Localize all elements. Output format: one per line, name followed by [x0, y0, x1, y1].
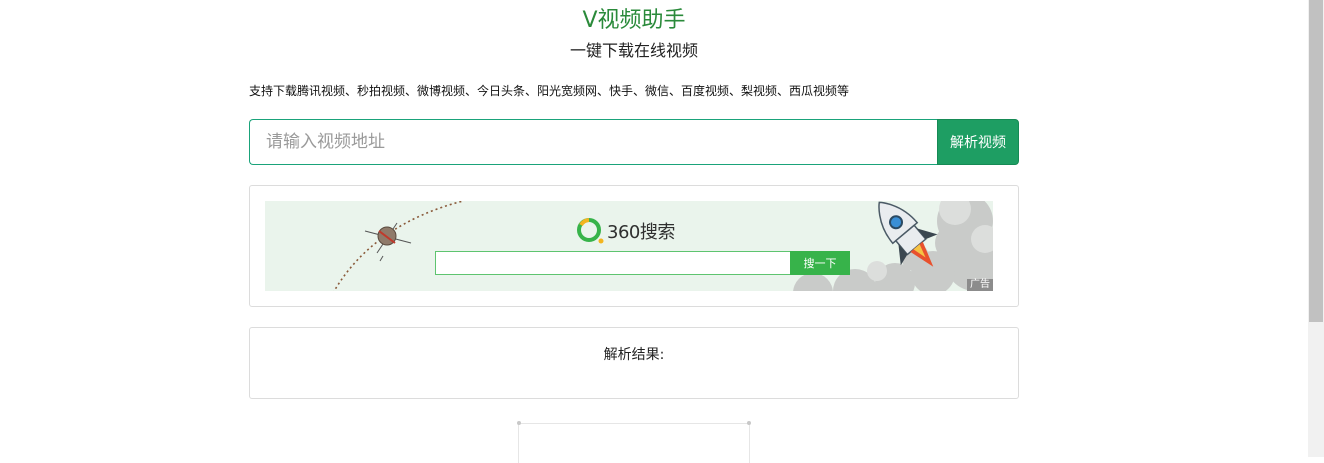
- ad-label-badge: 广告: [967, 279, 993, 291]
- page-subtitle: 一键下载在线视频: [569, 41, 698, 60]
- 360-logo-icon: [577, 218, 604, 244]
- ad-search-input[interactable]: [435, 251, 791, 275]
- ad-banner-360-search[interactable]: 360搜索 搜一下 广告: [265, 201, 993, 291]
- ad-search-button[interactable]: 搜一下: [790, 251, 850, 275]
- 360-search-logo-text: 360搜索: [607, 222, 675, 243]
- video-url-form: 解析视频: [249, 119, 1019, 165]
- page-scrollbar[interactable]: [1308, 0, 1324, 457]
- ad-card: 360搜索 搜一下 广告: [249, 185, 1019, 307]
- supported-sites-text: 支持下载腾讯视频、秒拍视频、微博视频、今日头条、阳光宽频网、快手、微信、百度视频…: [249, 84, 850, 98]
- page-title: V视频助手: [582, 8, 686, 33]
- ad-decoration-illustration: [333, 201, 993, 291]
- parse-video-button[interactable]: 解析视频: [937, 119, 1019, 165]
- satellite-icon: [364, 222, 412, 262]
- video-url-input[interactable]: [249, 119, 937, 165]
- scrollbar-thumb[interactable]: [1309, 0, 1323, 322]
- result-card: 解析结果:: [249, 327, 1019, 399]
- corner-dot-left: [517, 421, 521, 425]
- 360-search-logo: 360搜索: [576, 217, 675, 245]
- corner-dot-right: [747, 421, 751, 425]
- bottom-ad-container: [517, 421, 751, 463]
- result-title: 解析结果:: [603, 347, 665, 363]
